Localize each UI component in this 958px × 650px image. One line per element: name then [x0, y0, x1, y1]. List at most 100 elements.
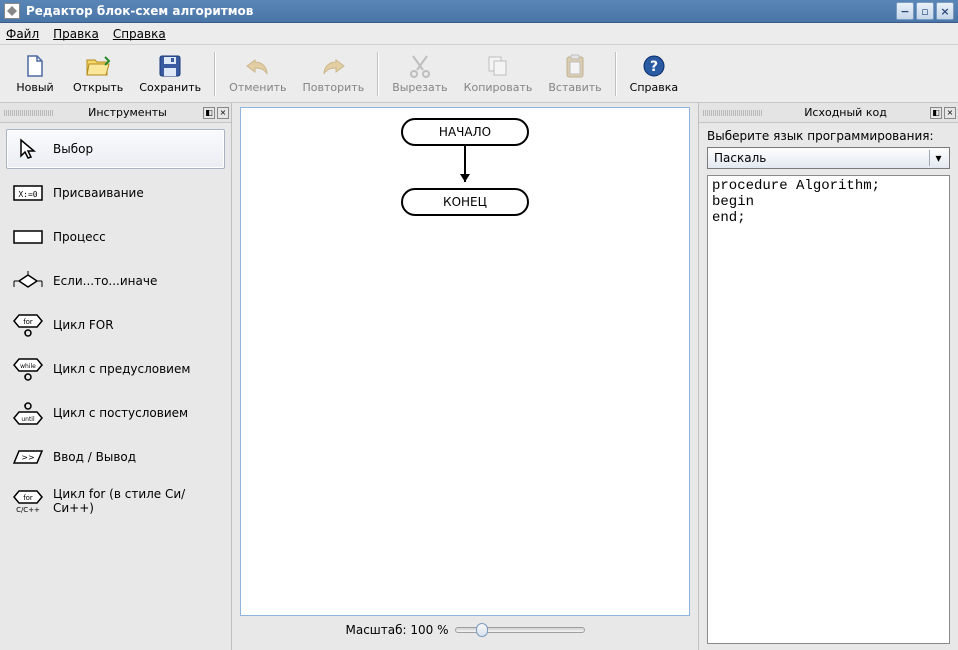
paste-label: Вставить: [548, 81, 601, 94]
flow-arrow: [464, 146, 466, 182]
folder-open-icon: [84, 53, 112, 79]
new-button[interactable]: Новый: [8, 47, 62, 101]
canvas-area: НАЧАЛО КОНЕЦ Масштаб: 100 %: [232, 103, 698, 650]
dock-grip-icon: [4, 110, 54, 116]
tool-io-label: Ввод / Вывод: [53, 450, 136, 464]
tool-assign[interactable]: X:=0 Присваивание: [6, 173, 225, 213]
svg-text:X:=0: X:=0: [18, 190, 37, 199]
dock-float-button[interactable]: ◧: [930, 107, 942, 119]
tool-while-label: Цикл с предусловием: [53, 362, 190, 376]
tool-if[interactable]: Если...то...иначе: [6, 261, 225, 301]
save-button[interactable]: Сохранить: [134, 47, 206, 101]
menu-edit[interactable]: Правка: [53, 27, 99, 41]
svg-text:for: for: [23, 318, 33, 326]
redo-button[interactable]: Повторить: [298, 47, 370, 101]
lang-selected: Паскаль: [714, 151, 766, 165]
code-dock: Исходный код ◧ × Выберите язык программи…: [698, 103, 958, 650]
toolbar-separator: [615, 52, 617, 96]
tools-dock-titlebar[interactable]: Инструменты ◧ ×: [0, 103, 231, 123]
lang-combobox[interactable]: Паскаль ▾: [707, 147, 950, 169]
undo-icon: [244, 53, 272, 79]
flow-node-end-label: КОНЕЦ: [443, 195, 487, 209]
scissors-icon: [406, 53, 434, 79]
process-icon: [13, 226, 43, 248]
io-icon: >>: [13, 446, 43, 468]
menu-file[interactable]: Файл: [6, 27, 39, 41]
tool-assign-label: Присваивание: [53, 186, 144, 200]
source-code-view[interactable]: procedure Algorithm; begin end;: [707, 175, 950, 644]
tool-while[interactable]: while Цикл с предусловием: [6, 349, 225, 389]
new-label: Новый: [16, 81, 53, 94]
cut-label: Вырезать: [392, 81, 447, 94]
menubar: Файл Правка Справка: [0, 23, 958, 45]
tool-repeat-label: Цикл с постусловием: [53, 406, 188, 420]
assign-icon: X:=0: [13, 182, 43, 204]
svg-text:C/C++: C/C++: [16, 506, 40, 513]
svg-text:>>: >>: [21, 453, 34, 462]
tool-process-label: Процесс: [53, 230, 106, 244]
tool-process[interactable]: Процесс: [6, 217, 225, 257]
file-new-icon: [21, 53, 49, 79]
copy-button[interactable]: Копировать: [459, 47, 538, 101]
close-button[interactable]: ×: [936, 2, 954, 20]
tool-for-c-label: Цикл for (в стиле Си/Си++): [53, 487, 218, 515]
flow-node-start[interactable]: НАЧАЛО: [401, 118, 529, 146]
zoom-slider[interactable]: [455, 627, 585, 633]
tool-for-label: Цикл FOR: [53, 318, 114, 332]
copy-icon: [484, 53, 512, 79]
tool-select[interactable]: Выбор: [6, 129, 225, 169]
help-icon: ?: [640, 53, 668, 79]
tools-dock-title: Инструменты: [54, 106, 201, 119]
flow-node-start-label: НАЧАЛО: [439, 125, 491, 139]
tool-for[interactable]: for Цикл FOR: [6, 305, 225, 345]
floppy-save-icon: [156, 53, 184, 79]
tools-dock: Инструменты ◧ × Выбор X:=0 Присваивание: [0, 103, 232, 650]
maximize-button[interactable]: ▫: [916, 2, 934, 20]
zoom-label: Масштаб: 100 %: [345, 623, 448, 637]
undo-label: Отменить: [229, 81, 286, 94]
tool-if-label: Если...то...иначе: [53, 274, 157, 288]
zoom-bar: Масштаб: 100 %: [240, 616, 690, 644]
cursor-icon: [13, 138, 43, 160]
copy-label: Копировать: [464, 81, 533, 94]
repeat-icon: until: [13, 402, 43, 424]
tool-io[interactable]: >> Ввод / Вывод: [6, 437, 225, 477]
undo-button[interactable]: Отменить: [224, 47, 291, 101]
tool-for-c[interactable]: forC/C++ Цикл for (в стиле Си/Си++): [6, 481, 225, 521]
dock-close-button[interactable]: ×: [944, 107, 956, 119]
minimize-button[interactable]: −: [896, 2, 914, 20]
toolbar-separator: [377, 52, 379, 96]
chevron-down-icon: ▾: [929, 150, 947, 166]
window-title: Редактор блок-схем алгоритмов: [26, 4, 894, 18]
code-dock-titlebar[interactable]: Исходный код ◧ ×: [699, 103, 958, 123]
cut-button[interactable]: Вырезать: [387, 47, 452, 101]
for-icon: for: [13, 314, 43, 336]
paste-icon: [561, 53, 589, 79]
dock-grip-icon: [703, 110, 763, 116]
save-label: Сохранить: [139, 81, 201, 94]
flow-node-end[interactable]: КОНЕЦ: [401, 188, 529, 216]
menu-help[interactable]: Справка: [113, 27, 166, 41]
open-button[interactable]: Открыть: [68, 47, 128, 101]
tool-select-label: Выбор: [53, 142, 93, 156]
dock-close-button[interactable]: ×: [217, 107, 229, 119]
main-toolbar: Новый Открыть Сохранить Отменить Повтори…: [0, 45, 958, 103]
zoom-slider-thumb[interactable]: [476, 623, 488, 637]
app-icon: [4, 3, 20, 19]
code-dock-body: Выберите язык программирования: Паскаль …: [699, 123, 958, 650]
flowchart-canvas[interactable]: НАЧАЛО КОНЕЦ: [240, 107, 690, 616]
window-titlebar: Редактор блок-схем алгоритмов − ▫ ×: [0, 0, 958, 23]
redo-label: Повторить: [303, 81, 365, 94]
redo-icon: [319, 53, 347, 79]
workspace: Инструменты ◧ × Выбор X:=0 Присваивание: [0, 103, 958, 650]
help-button[interactable]: ? Справка: [625, 47, 683, 101]
if-icon: [13, 270, 43, 292]
svg-text:?: ?: [650, 59, 658, 75]
paste-button[interactable]: Вставить: [543, 47, 606, 101]
help-label2: Справка: [630, 81, 678, 94]
dock-float-button[interactable]: ◧: [203, 107, 215, 119]
tool-repeat[interactable]: until Цикл с постусловием: [6, 393, 225, 433]
open-label: Открыть: [73, 81, 123, 94]
lang-prompt: Выберите язык программирования:: [707, 129, 950, 143]
for-c-icon: forC/C++: [13, 490, 43, 512]
